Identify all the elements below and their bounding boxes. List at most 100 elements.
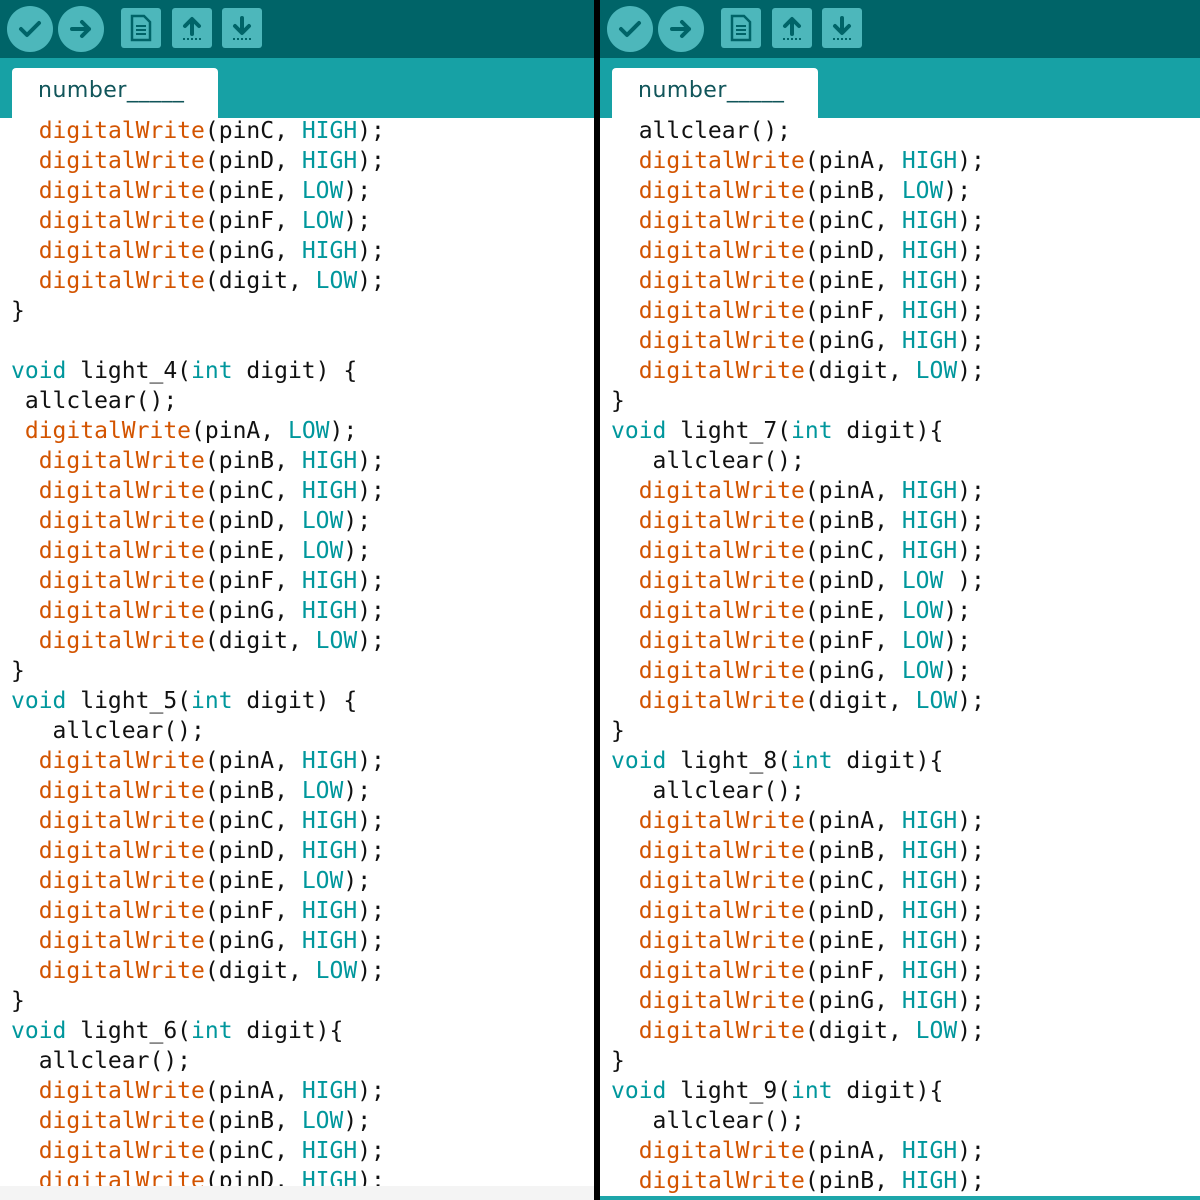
code-text-token: (pinG, [804, 658, 902, 684]
code-line: digitalWrite(pinD, HIGH); [600, 896, 1200, 926]
tab-sketch[interactable]: number_____ [12, 68, 218, 120]
code-keyword-token: int [791, 1078, 833, 1104]
code-text-token: (pinE, [804, 268, 902, 294]
code-keyword-token: LOW [301, 178, 344, 204]
code-keyword-token: void [11, 688, 67, 714]
code-keyword-token: HIGH [901, 478, 958, 504]
code-function-token: digitalWrite [638, 958, 805, 984]
horizontal-scrollbar[interactable] [0, 1186, 594, 1200]
code-keyword-token: void [11, 1018, 67, 1044]
code-text-token: ); [957, 868, 985, 894]
new-document-icon [730, 14, 752, 42]
code-text-token: (pinE, [204, 538, 302, 564]
code-text-token: ); [343, 178, 372, 204]
open-button[interactable] [172, 8, 212, 48]
code-line: digitalWrite(pinB, HIGH); [0, 446, 594, 476]
code-function-token: digitalWrite [38, 268, 205, 294]
code-text-token: (pinF, [804, 298, 902, 324]
code-line: digitalWrite(pinF, HIGH); [600, 296, 1200, 326]
code-text-token: ); [943, 598, 972, 624]
tab-bar: number_____ [0, 58, 594, 120]
code-text-token: (pinC, [204, 118, 302, 144]
code-function-token: digitalWrite [638, 658, 805, 684]
code-function-token: digitalWrite [638, 568, 805, 594]
code-text-token: ); [343, 538, 372, 564]
code-text-token: ); [957, 808, 985, 834]
code-text-token: ); [957, 508, 985, 534]
code-line: digitalWrite(pinE, HIGH); [600, 926, 1200, 956]
code-line: digitalWrite(pinF, HIGH); [0, 566, 594, 596]
code-editor[interactable]: allclear(); digitalWrite(pinA, HIGH); di… [600, 118, 1200, 1200]
code-function-token: digitalWrite [638, 838, 805, 864]
code-line: digitalWrite(pinA, HIGH); [0, 746, 594, 776]
code-line: allclear(); [600, 118, 1200, 146]
code-keyword-token: HIGH [901, 808, 958, 834]
code-text-token: allclear(); [11, 1048, 192, 1074]
code-line: digitalWrite(pinC, HIGH); [600, 866, 1200, 896]
code-function-token: digitalWrite [638, 208, 805, 234]
save-button[interactable] [822, 8, 862, 48]
upload-button[interactable] [58, 6, 104, 52]
code-text-token: ); [943, 658, 972, 684]
tab-sketch[interactable]: number_____ [612, 68, 818, 120]
code-text-token: (pinB, [204, 778, 302, 804]
code-function-token: digitalWrite [38, 148, 205, 174]
code-line: digitalWrite(pinC, HIGH); [600, 206, 1200, 236]
code-text-token: ); [957, 1168, 985, 1194]
code-text-token: light_8( [666, 748, 792, 774]
code-keyword-token: HIGH [901, 958, 958, 984]
arrow-down-icon [833, 16, 851, 40]
code-line: digitalWrite(pinB, LOW); [0, 776, 594, 806]
code-text-token: (digit, [804, 1018, 916, 1044]
code-editor[interactable]: digitalWrite(pinC, HIGH); digitalWrite(p… [0, 118, 594, 1200]
code-keyword-token: HIGH [301, 1138, 358, 1164]
code-text-token: (pinF, [204, 208, 302, 234]
code-text-token: (pinG, [804, 328, 902, 354]
code-function-token: digitalWrite [638, 478, 805, 504]
code-line: digitalWrite(digit, LOW); [0, 266, 594, 296]
code-keyword-token: LOW [915, 688, 958, 714]
code-text-token: ); [957, 238, 985, 264]
verify-button[interactable] [7, 6, 53, 52]
code-keyword-token: HIGH [901, 988, 958, 1014]
code-keyword-token: HIGH [901, 238, 958, 264]
code-text-token: } [611, 388, 625, 414]
code-text-token: (pinD, [204, 148, 302, 174]
new-button[interactable] [121, 8, 161, 48]
upload-button[interactable] [658, 6, 704, 52]
arrow-up-icon [783, 17, 801, 40]
code-line: } [600, 386, 1200, 416]
code-function-token: digitalWrite [638, 358, 805, 384]
code-line: digitalWrite(pinB, LOW); [0, 1106, 594, 1136]
code-text-token: (pinF, [204, 568, 302, 594]
toolbar [600, 0, 1200, 58]
code-function-token: digitalWrite [38, 1078, 205, 1104]
verify-button[interactable] [607, 6, 653, 52]
code-line: allclear(); [600, 1106, 1200, 1136]
new-button[interactable] [721, 8, 761, 48]
code-keyword-token: HIGH [901, 268, 958, 294]
code-text-token: ); [357, 148, 385, 174]
code-text-token: ); [957, 688, 985, 714]
code-text-token: (pinF, [804, 958, 902, 984]
arrow-down-icon [233, 16, 251, 40]
open-button[interactable] [772, 8, 812, 48]
code-line: allclear(); [600, 776, 1200, 806]
code-keyword-token: HIGH [301, 448, 358, 474]
editor-window-right: number_____ allclear(); digitalWrite(pin… [600, 0, 1200, 1200]
horizontal-scrollbar[interactable] [600, 1196, 1200, 1200]
code-function-token: digitalWrite [38, 538, 205, 564]
code-function-token: digitalWrite [38, 868, 205, 894]
code-line: digitalWrite(pinD, LOW); [0, 506, 594, 536]
code-keyword-token: HIGH [301, 748, 358, 774]
save-button[interactable] [222, 8, 262, 48]
